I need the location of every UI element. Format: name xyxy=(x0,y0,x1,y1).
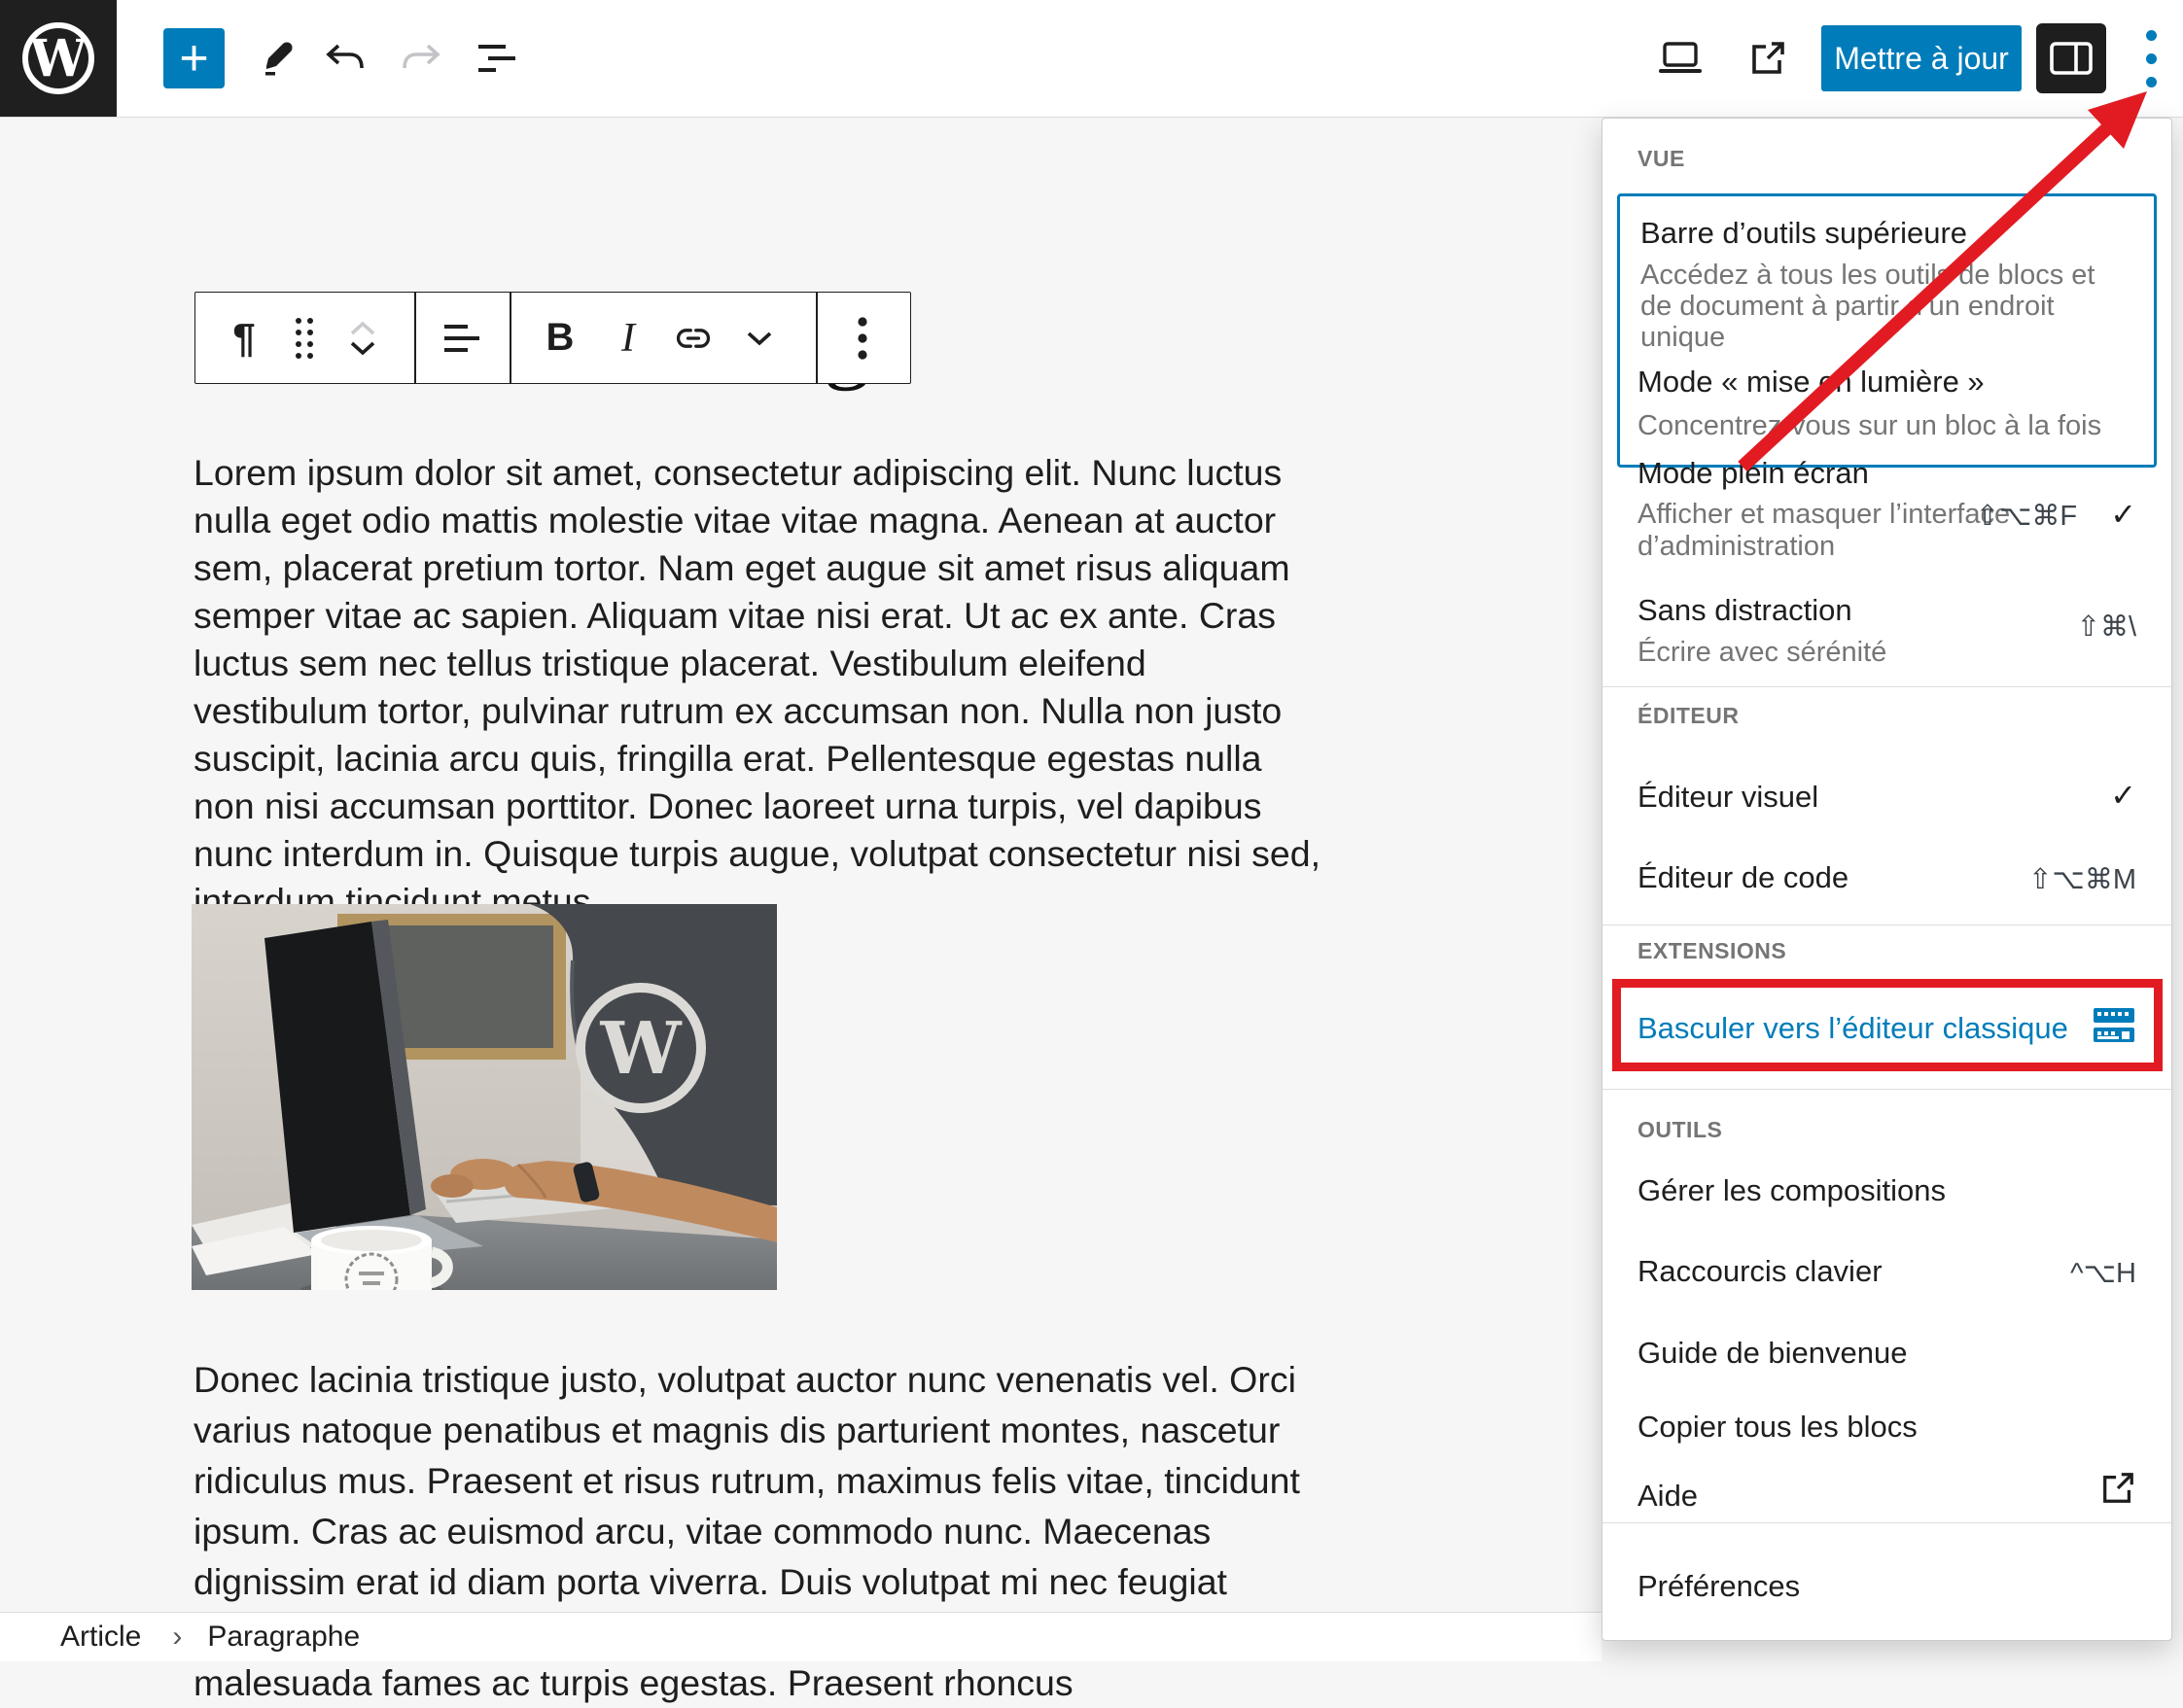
options-dot xyxy=(2146,53,2157,64)
chevron-down-icon xyxy=(745,330,774,347)
wordpress-logo[interactable]: W xyxy=(0,0,117,117)
photo-person-typing-wordpress-shirt: W xyxy=(192,904,777,1290)
keyboard-shortcut: ^⌥H xyxy=(2070,1256,2136,1290)
block-toolbar: ¶ B I xyxy=(194,292,911,384)
drag-handle[interactable] xyxy=(279,293,330,383)
menu-section-editor: ÉDITEUR xyxy=(1637,703,1739,729)
block-options-button[interactable] xyxy=(837,293,888,383)
shortcut-and-check: ⇧⌥⌘F ✓ xyxy=(1976,496,2136,533)
laptop-icon xyxy=(1658,41,1703,76)
keyboard-shortcut: ⇧⌘\ xyxy=(2077,610,2136,644)
menu-item-switch-classic-editor[interactable]: Basculer vers l’éditeur classique xyxy=(1637,1011,2136,1046)
keyboard-shortcut: ⇧⌥⌘M xyxy=(2028,862,2136,896)
check-icon: ✓ xyxy=(2110,497,2136,532)
toolbar-divider xyxy=(510,293,511,383)
pencil-icon xyxy=(259,40,296,77)
drag-dots-icon xyxy=(296,318,313,359)
settings-sidebar-toggle[interactable] xyxy=(2036,23,2106,93)
link-icon xyxy=(674,318,713,359)
menu-item-manage-patterns[interactable]: Gérer les compositions xyxy=(1637,1173,2136,1208)
block-inserter-button[interactable]: + xyxy=(163,28,225,88)
menu-item-description: Accédez à tous les outils de blocs et de… xyxy=(1640,260,2131,353)
breadcrumb-paragraph: Paragraphe xyxy=(207,1621,360,1654)
undo-icon xyxy=(325,43,366,74)
external-link-icon xyxy=(1748,39,1787,78)
external-link-icon xyxy=(2099,1470,2136,1515)
menu-divider xyxy=(1602,1522,2171,1523)
preview-button[interactable] xyxy=(1645,0,1715,117)
paragraph-block-1[interactable]: Lorem ipsum dolor sit amet, consectetur … xyxy=(194,449,1323,925)
options-dot xyxy=(2146,77,2157,87)
options-dropdown-menu: VUE Barre d’outils supérieure Accédez à … xyxy=(1602,118,2172,1641)
list-view-button[interactable] xyxy=(461,0,531,117)
toolbar-divider xyxy=(816,293,818,383)
align-button[interactable] xyxy=(437,293,487,383)
menu-section-extensions: EXTENSIONS xyxy=(1637,938,1786,964)
toolbar-divider xyxy=(414,293,416,383)
menu-item-distraction-free[interactable]: Sans distraction xyxy=(1637,593,2136,628)
menu-item-keyboard-shortcuts[interactable]: Raccourcis clavier xyxy=(1637,1254,2136,1289)
tools-button[interactable] xyxy=(242,0,312,117)
classic-editor-keyboard-icon xyxy=(2092,1005,2136,1054)
svg-text:W: W xyxy=(599,1007,682,1091)
more-formats-button[interactable] xyxy=(734,293,785,383)
mover-icons xyxy=(349,320,376,357)
ellipsis-vertical-icon xyxy=(858,316,867,361)
chevron-down-icon xyxy=(349,339,376,357)
undo-button[interactable] xyxy=(310,0,380,117)
menu-item-description: Concentrez-vous sur un bloc à la fois xyxy=(1637,410,2101,442)
menu-section-tools: OUTILS xyxy=(1637,1117,1722,1143)
image-block[interactable]: W xyxy=(192,904,777,1290)
wordpress-logo-icon: W xyxy=(12,12,105,105)
menu-item-fullscreen-mode[interactable]: Mode plein écran xyxy=(1637,456,2136,491)
menu-divider xyxy=(1602,924,2171,925)
update-button[interactable]: Mettre à jour xyxy=(1821,25,2022,91)
menu-item-spotlight-mode[interactable]: Mode « mise en lumière » xyxy=(1637,365,2136,400)
bold-button[interactable]: B xyxy=(535,293,585,383)
italic-button[interactable]: I xyxy=(603,293,653,383)
redo-button[interactable] xyxy=(386,0,456,117)
options-menu-button[interactable] xyxy=(2126,12,2176,105)
menu-item-visual-editor[interactable]: Éditeur visuel xyxy=(1637,780,2136,815)
chevron-up-icon xyxy=(349,320,376,337)
menu-item-description: Écrire avec sérénité xyxy=(1637,637,1886,669)
menu-item-description: Afficher et masquer l’interface d’admini… xyxy=(1637,499,2017,563)
breadcrumb-separator: › xyxy=(172,1621,182,1654)
block-mover[interactable] xyxy=(337,293,388,383)
menu-item-help[interactable]: Aide xyxy=(1637,1479,2136,1514)
view-post-button[interactable] xyxy=(1733,0,1803,117)
keyboard-shortcut: ⇧⌥⌘F xyxy=(1976,501,2077,532)
check-icon: ✓ xyxy=(2110,777,2136,814)
list-view-icon xyxy=(476,41,515,76)
redo-icon xyxy=(401,43,441,74)
menu-item-copy-all-blocks[interactable]: Copier tous les blocs xyxy=(1637,1410,2136,1445)
menu-item-label: Barre d’outils supérieure xyxy=(1640,216,1967,251)
editor-top-bar: W + xyxy=(0,0,2183,118)
document-breadcrumb-bar: Article › Paragraphe xyxy=(0,1612,1602,1661)
sidebar-panel-icon xyxy=(2050,42,2093,75)
align-left-icon xyxy=(442,322,481,355)
breadcrumb-article[interactable]: Article xyxy=(54,1620,147,1655)
menu-section-view: VUE xyxy=(1637,146,1685,172)
menu-item-welcome-guide[interactable]: Guide de bienvenue xyxy=(1637,1336,2136,1371)
menu-divider xyxy=(1602,1089,2171,1090)
menu-item-preferences[interactable]: Préférences xyxy=(1637,1569,2136,1604)
svg-text:W: W xyxy=(29,29,88,88)
menu-divider xyxy=(1602,686,2171,687)
link-button[interactable] xyxy=(668,293,719,383)
options-dot xyxy=(2146,30,2157,41)
paragraph-block-button[interactable]: ¶ xyxy=(219,293,269,383)
